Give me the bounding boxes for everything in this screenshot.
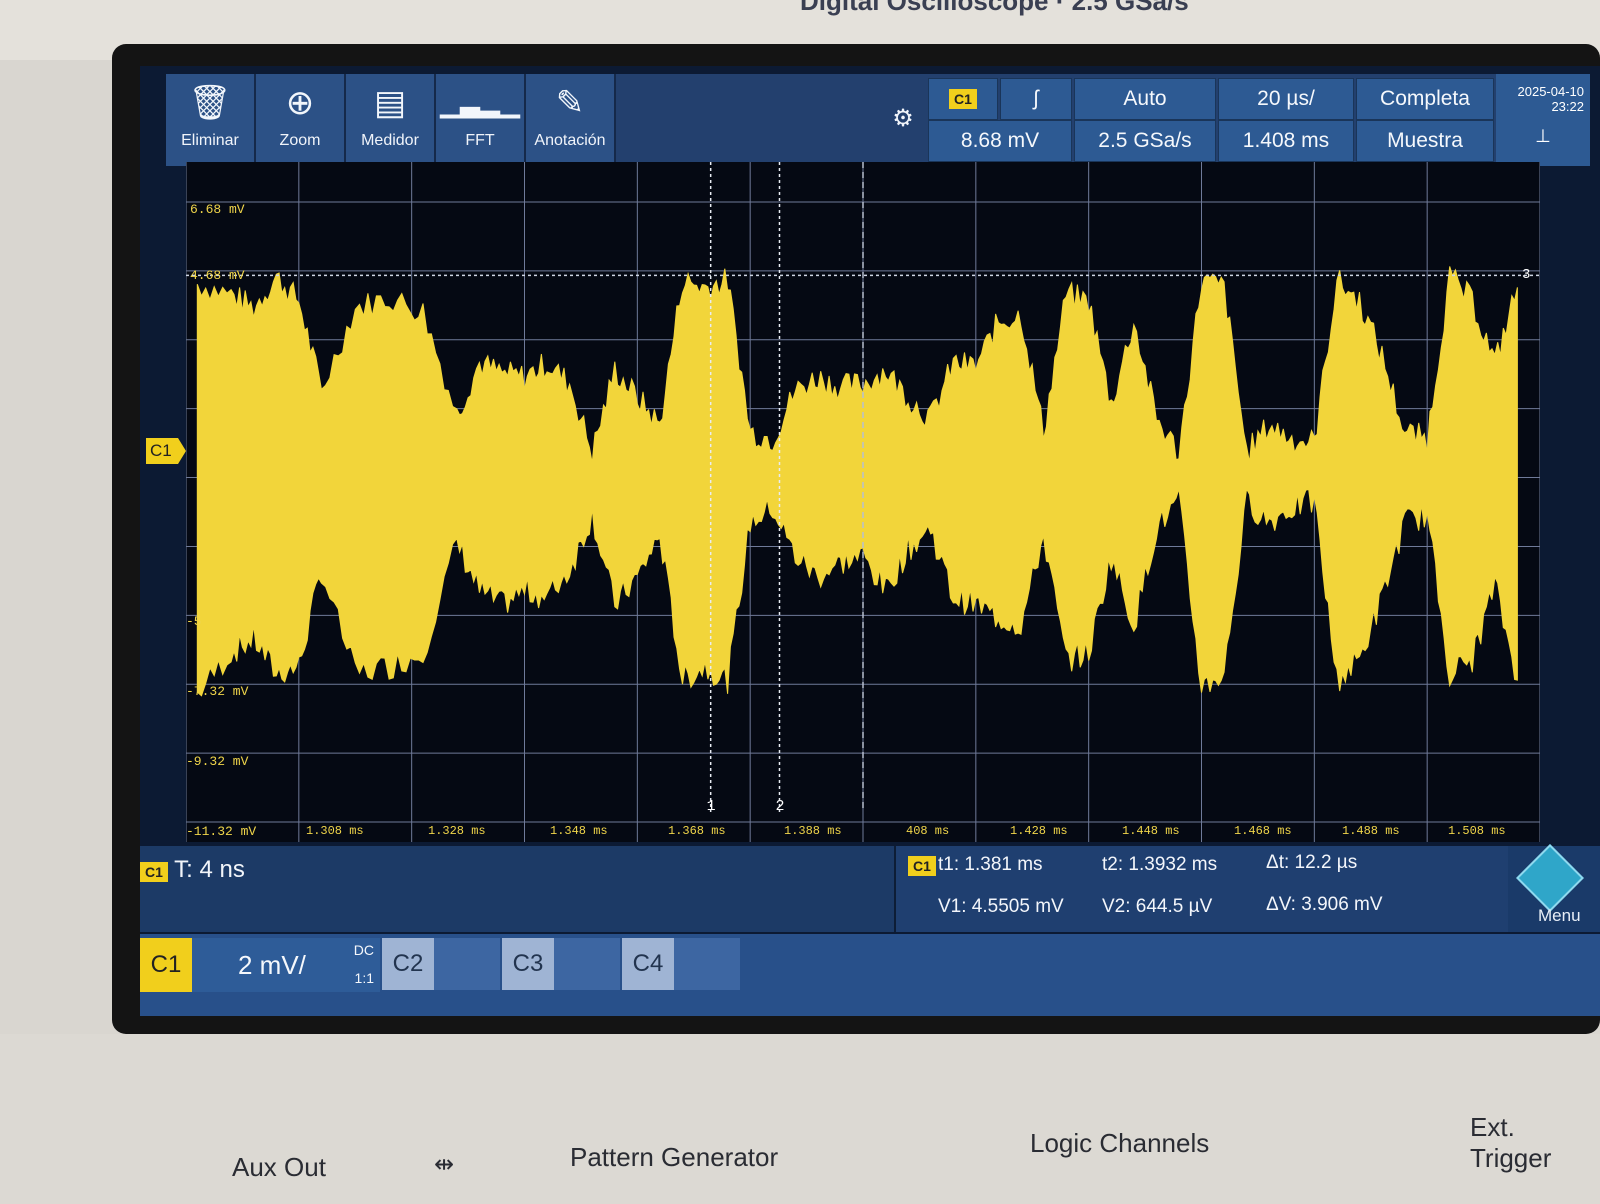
cursor-v1-value: V1: 4.5505 mV — [938, 896, 1064, 917]
y-tick-label: -7.32 mV — [186, 684, 249, 699]
acq-mode-value: Completa — [1380, 87, 1470, 110]
waveform-plot[interactable]: 6.68 mV 4.68 mV -5 -7.32 mV -9.32 mV -11… — [186, 162, 1540, 842]
trash-icon: 🗑 — [188, 84, 232, 122]
c1-coupling-value: DC — [353, 942, 374, 958]
sample-rate-value: 2.5 GSa/s — [1098, 129, 1192, 152]
ext-trigger-label: Ext. Trigger — [1470, 1112, 1552, 1173]
x-tick-label: 1.328 ms — [428, 824, 486, 838]
channel-c2-scale[interactable] — [434, 938, 500, 990]
c1-scale-value: 2 mV/ — [238, 950, 306, 980]
trigger-channel-chip[interactable]: C1 — [928, 78, 998, 120]
cursor-dv-value: ΔV: 3.906 mV — [1266, 894, 1383, 915]
x-tick-label: 1.308 ms — [306, 824, 364, 838]
channel-c2-button[interactable]: C2 — [382, 938, 434, 990]
trigger-mode-value: Auto — [1123, 87, 1167, 110]
x-tick-label: 1.368 ms — [668, 824, 726, 838]
pattern-generator-label: Pattern Generator — [570, 1142, 779, 1172]
time-offset-value: 1.408 ms — [1242, 129, 1330, 152]
time-value: 23:22 — [1551, 99, 1584, 114]
channel-c1-scale[interactable]: 2 mV/ DC 1:1 — [192, 938, 380, 992]
delete-button[interactable]: 🗑 Eliminar — [166, 74, 256, 166]
acq-mode-button[interactable]: Completa — [1356, 78, 1494, 120]
c1-trace — [196, 266, 1518, 697]
zoom-button[interactable]: ⊕ Zoom — [256, 74, 346, 166]
channel-c1-button[interactable]: C1 — [140, 938, 192, 992]
menu-button[interactable]: Menu — [1508, 844, 1600, 932]
fft-icon: ▁▃▂▁ — [440, 88, 520, 118]
level-cursor-label[interactable]: 3 — [1522, 267, 1530, 283]
y-tick-label: 4.68 mV — [190, 268, 245, 283]
x-tick-label: 1.448 ms — [1122, 824, 1180, 838]
zoom-in-icon: ⊕ — [285, 84, 315, 122]
x-tick-label: 1.508 ms — [1448, 824, 1506, 838]
zoom-label: Zoom — [279, 132, 321, 149]
menu-label: Menu — [1538, 906, 1581, 925]
fft-button[interactable]: ▁▃▂▁ FFT — [436, 74, 526, 166]
meter-button[interactable]: ▤ Medidor — [346, 74, 436, 166]
c1-probe-value: 1:1 — [354, 970, 374, 986]
trigger-mode-button[interactable]: Auto — [1074, 78, 1216, 120]
meter-label: Medidor — [361, 132, 419, 149]
cursor-2-label[interactable]: 2 — [776, 798, 785, 815]
top-toolbar: 🗑 Eliminar ⊕ Zoom ▤ Medidor ▁▃▂▁ FFT ✎ A… — [166, 74, 1590, 166]
date-value: 2025-04-10 — [1517, 84, 1585, 99]
cursor-t2-value: t2: 1.3932 ms — [1102, 854, 1218, 875]
logic-channels-label: Logic Channels — [1030, 1128, 1210, 1158]
aux-out-label: Aux Out — [232, 1152, 326, 1182]
cursor-measurements[interactable]: C1 t1: 1.381 ms t2: 1.3932 ms Δt: 12.2 µ… — [894, 846, 1512, 932]
trigger-level-value: 8.68 mV — [960, 129, 1040, 152]
time-offset-button[interactable]: 1.408 ms — [1218, 120, 1354, 162]
cursor-1-label[interactable]: 1 — [707, 798, 716, 815]
front-panel: Aux Out ⇹ Pattern Generator Logic Channe… — [0, 1034, 1600, 1204]
channel-c3-scale[interactable] — [554, 938, 620, 990]
time-resolution-value: T: 4 ns — [174, 856, 245, 883]
time-div-value: 20 µs/ — [1257, 87, 1315, 110]
network-icon: ⊥ — [1535, 126, 1551, 146]
trigger-slope-icon: ʃ — [1033, 87, 1039, 110]
resolution-channel-chip: C1 — [140, 862, 168, 882]
channel-c3-button[interactable]: C3 — [502, 938, 554, 990]
sample-rate-button[interactable]: 2.5 GSa/s — [1074, 120, 1216, 162]
rs-logo-icon — [1516, 844, 1584, 912]
c1-offset-marker[interactable]: C1 — [146, 438, 186, 464]
waveform-svg — [186, 162, 1540, 842]
x-tick-label: 1.488 ms — [1342, 824, 1400, 838]
channel-c4-scale[interactable] — [674, 938, 740, 990]
x-tick-label: 1.428 ms — [1010, 824, 1068, 838]
y-tick-label: -11.32 mV — [186, 824, 257, 839]
channel-bar: C1 2 mV/ DC 1:1 C2 C3 C4 — [140, 934, 1600, 1016]
x-tick-label: 1.388 ms — [784, 824, 842, 838]
datetime-display: 2025-04-10 23:22 ⊥ — [1496, 74, 1590, 166]
info-bar: C1 T: 4 ns C1 t1: 1.381 ms t2: 1.3932 ms… — [140, 844, 1600, 932]
time-div-button[interactable]: 20 µs/ — [1218, 78, 1354, 120]
fft-label: FFT — [465, 132, 495, 149]
meter-icon: ▤ — [373, 84, 407, 122]
acq-type-button[interactable]: Muestra — [1356, 120, 1494, 162]
delete-label: Eliminar — [181, 132, 239, 149]
annotation-label: Anotación — [534, 132, 606, 149]
brand-label: Digital Oscilloscope · 2.5 GSa/s — [800, 0, 1189, 16]
x-tick-label: 1.348 ms — [550, 824, 608, 838]
x-tick-label: 1.468 ms — [1234, 824, 1292, 838]
y-tick-label: 6.68 mV — [190, 202, 245, 217]
cursor-channel-chip: C1 — [908, 856, 936, 876]
trigger-channel-label: C1 — [949, 89, 977, 109]
gear-icon: ⚙ — [892, 105, 914, 132]
acq-type-value: Muestra — [1387, 129, 1463, 152]
cursor-v2-value: V2: 644.5 µV — [1102, 896, 1213, 917]
cursor-t1-value: t1: 1.381 ms — [938, 854, 1043, 875]
x-tick-label: 408 ms — [906, 824, 950, 838]
y-tick-label: -9.32 mV — [186, 754, 249, 769]
cursor-dt-value: Δt: 12.2 µs — [1266, 852, 1358, 873]
y-tick-label: -5 — [186, 614, 202, 629]
usb-icon: ⇹ — [434, 1151, 455, 1178]
time-resolution: C1 T: 4 ns — [140, 856, 245, 884]
settings-gear-button[interactable]: ⚙ — [886, 104, 920, 144]
annotation-button[interactable]: ✎ Anotación — [526, 74, 616, 166]
trigger-level-button[interactable]: 8.68 mV — [928, 120, 1072, 162]
oscilloscope-screen: 🗑 Eliminar ⊕ Zoom ▤ Medidor ▁▃▂▁ FFT ✎ A… — [140, 66, 1600, 1016]
channel-c4-button[interactable]: C4 — [622, 938, 674, 990]
pencil-icon: ✎ — [555, 84, 585, 122]
trigger-slope-button[interactable]: ʃ — [1000, 78, 1072, 120]
